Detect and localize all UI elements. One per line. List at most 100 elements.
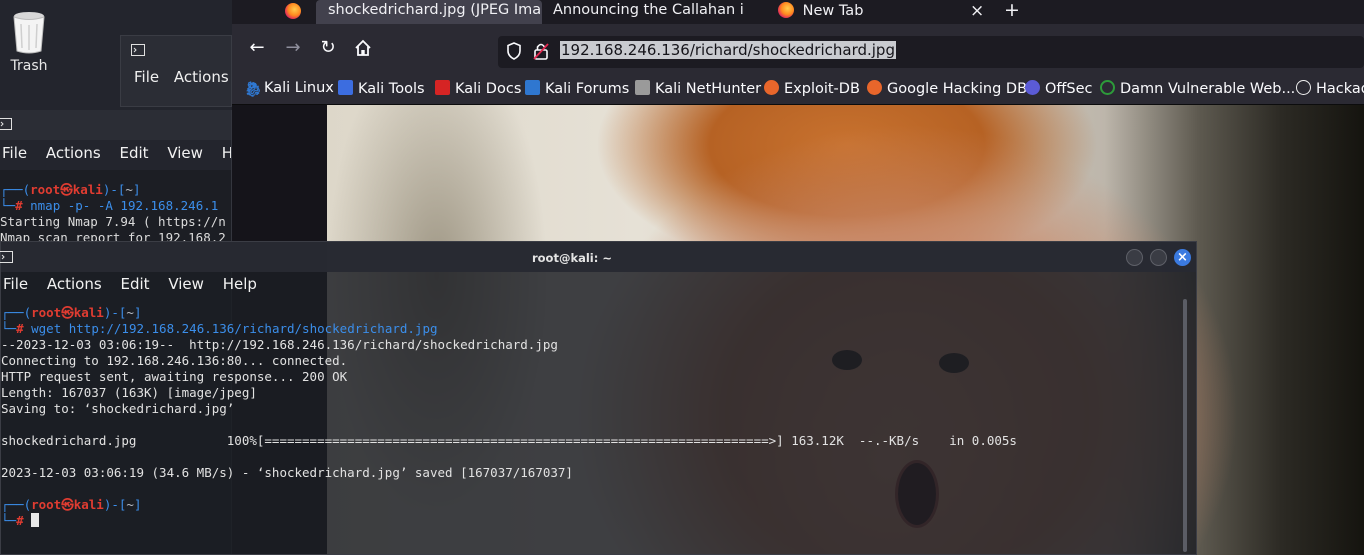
window-title: root@kali: ~ <box>531 251 612 265</box>
screen: Trash File Actions File Actions Edit Vie… <box>0 0 1364 555</box>
trash-desktop-item[interactable]: Trash <box>4 10 54 74</box>
close-button[interactable]: × <box>1174 249 1191 266</box>
prompt-dir: ~ <box>126 497 134 512</box>
trash-label: Trash <box>10 58 48 74</box>
kali-icon: 🐉︎ <box>244 82 263 98</box>
firefox-icon <box>285 3 301 19</box>
menu-file[interactable]: File <box>134 68 159 86</box>
menu-view[interactable]: View <box>168 275 204 293</box>
bookmark-hackad[interactable]: Hackad <box>1296 80 1364 97</box>
ghdb-icon <box>867 80 882 95</box>
terminal-window[interactable]: root@kali: ~ × File Actions Edit View He… <box>0 241 1197 555</box>
prompt-host: kali <box>73 305 104 320</box>
scrollbar[interactable] <box>1183 299 1187 552</box>
bookmark-exploit-db[interactable]: Exploit-DB <box>764 80 860 97</box>
firefox-icon <box>778 2 794 18</box>
tab-title: New Tab <box>802 3 864 19</box>
prompt-host: kali <box>72 182 103 197</box>
menu-actions[interactable]: Actions <box>174 68 229 86</box>
tab-shockedrichard[interactable]: shockedrichard.jpg (JPEG Ima <box>316 0 542 24</box>
titlebar <box>0 110 231 140</box>
menu-help[interactable]: Help <box>222 144 231 162</box>
menu-view[interactable]: View <box>167 144 203 162</box>
menubar: File Actions Edit View Help <box>0 140 231 170</box>
background-terminal-window[interactable]: File Actions <box>120 35 232 107</box>
bookmark-kali-tools[interactable]: Kali Tools <box>338 80 425 97</box>
bookmark-google-hacking-db[interactable]: Google Hacking DB <box>867 80 1027 97</box>
output-line: Connecting to 192.168.246.136:80... conn… <box>1 353 348 368</box>
bookmarks-toolbar: 🐉︎ Kali Linux Kali Tools Kali Docs Kali F… <box>232 74 1364 105</box>
nethunter-icon <box>635 80 650 95</box>
maximize-button[interactable] <box>1150 249 1167 266</box>
menu-edit[interactable]: Edit <box>119 144 148 162</box>
command-text: nmap -p- -A 192.168.246.1 <box>30 198 219 213</box>
tab-strip: shockedrichard.jpg (JPEG Ima Announcing … <box>232 0 1364 24</box>
dvwa-icon <box>1100 80 1115 95</box>
tab-announcing[interactable]: Announcing the Callahan inte <box>553 0 743 24</box>
close-tab-icon[interactable]: × <box>970 1 984 21</box>
reload-icon[interactable]: ↻ <box>316 37 340 58</box>
minimize-button[interactable] <box>1126 249 1143 266</box>
menu-help[interactable]: Help <box>223 275 257 293</box>
kali-docs-icon <box>435 80 450 95</box>
menubar: File Actions Edit View Help <box>1 272 1196 298</box>
url-bar[interactable]: 192.168.246.136/richard/shockedrichard.j… <box>498 36 1364 68</box>
bookmark-kali-nethunter[interactable]: Kali NetHunter <box>635 80 761 97</box>
output-line: Saving to: ‘shockedrichard.jpg’ <box>1 401 235 416</box>
forward-arrow-icon[interactable]: → <box>281 37 305 58</box>
prompt-host: kali <box>73 497 104 512</box>
terminal-icon <box>0 118 12 130</box>
bookmark-label: Kali Forums <box>545 81 630 97</box>
tracking-shield-icon[interactable] <box>506 42 522 60</box>
bookmark-label: Kali NetHunter <box>655 81 762 97</box>
bookmark-label: Google Hacking DB <box>887 81 1028 97</box>
bookmark-label: Kali Tools <box>358 81 425 97</box>
bookmark-label: Hackad <box>1316 81 1364 97</box>
bookmark-dvwa[interactable]: Damn Vulnerable Web... <box>1100 80 1295 97</box>
terminal-icon <box>131 44 145 56</box>
menu-file[interactable]: File <box>2 144 27 162</box>
bookmark-offsec[interactable]: OffSec <box>1025 80 1093 97</box>
url-text[interactable]: 192.168.246.136/richard/shockedrichard.j… <box>560 41 896 59</box>
prompt-user: root <box>31 305 62 320</box>
output-line: --2023-12-03 03:06:19-- http://192.168.2… <box>1 337 558 352</box>
output-line: Starting Nmap 7.94 ( https://n <box>0 214 226 229</box>
menubar: File Actions <box>134 68 239 86</box>
terminal-output: ┌──(root㉿kali)-[~] └─# nmap -p- -A 192.1… <box>0 182 226 245</box>
new-tab-plus-icon[interactable]: + <box>1004 0 1020 21</box>
kali-tools-icon <box>338 80 353 95</box>
bookmark-label: Damn Vulnerable Web... <box>1120 81 1296 97</box>
titlebar: root@kali: ~ × <box>0 242 1196 272</box>
menu-file[interactable]: File <box>3 275 28 293</box>
output-line: HTTP request sent, awaiting response... … <box>1 369 348 384</box>
tab-new-tab[interactable]: New Tab <box>778 0 958 24</box>
home-icon[interactable] <box>354 39 372 57</box>
tab-title: shockedrichard.jpg (JPEG Ima <box>328 2 542 18</box>
text-cursor <box>31 513 40 527</box>
insecure-lock-icon[interactable] <box>533 42 549 60</box>
bookmark-kali-docs[interactable]: Kali Docs <box>435 80 521 97</box>
menu-actions[interactable]: Actions <box>47 275 102 293</box>
download-progress-line: shockedrichard.jpg 100%[================… <box>1 433 1017 448</box>
offsec-icon <box>1025 80 1040 95</box>
bookmark-label: OffSec <box>1045 81 1093 97</box>
output-line: 2023-12-03 03:06:19 (34.6 MB/s) - ‘shock… <box>1 465 573 480</box>
prompt-dir: ~ <box>125 182 133 197</box>
bookmark-label: Kali Docs <box>455 81 522 97</box>
bookmark-label: Exploit-DB <box>784 81 860 97</box>
bookmark-label: Kali Linux <box>264 80 334 96</box>
terminal-output[interactable]: ┌──(root㉿kali)-[~] └─# wget http://192.1… <box>1 298 1196 529</box>
bookmark-kali-forums[interactable]: Kali Forums <box>525 80 629 97</box>
globe-icon <box>1296 80 1311 95</box>
prompt-user: root <box>30 182 61 197</box>
back-arrow-icon[interactable]: ← <box>245 37 269 58</box>
exploitdb-icon <box>764 80 779 95</box>
tab-title: Announcing the Callahan inte <box>553 2 743 18</box>
prompt-dir: ~ <box>126 305 134 320</box>
command-text: wget http://192.168.246.136/richard/shoc… <box>31 321 438 336</box>
bookmark-kali-linux[interactable]: 🐉︎ Kali Linux <box>244 80 334 98</box>
output-line: Length: 167037 (163K) [image/jpeg] <box>1 385 257 400</box>
menu-actions[interactable]: Actions <box>46 144 101 162</box>
kali-forums-icon <box>525 80 540 95</box>
menu-edit[interactable]: Edit <box>120 275 149 293</box>
